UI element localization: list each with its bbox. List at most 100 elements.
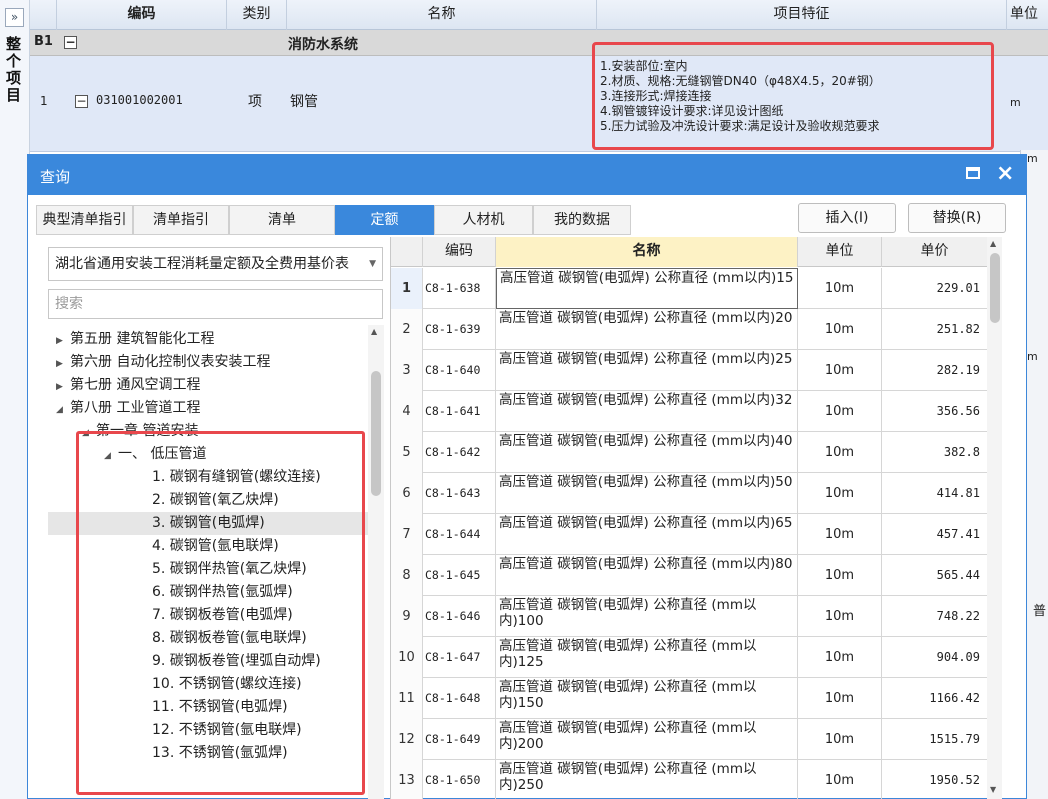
header-features[interactable]: 项目特征 — [597, 0, 1007, 30]
whole-project-label[interactable]: 整个项目 — [6, 36, 24, 104]
table-row[interactable]: 4 C8-1-641 高压管道 碳钢管(电弧焊) 公称直径 (mm以内)32 10m 3… — [391, 391, 1002, 432]
quota-price: 229.01 — [882, 268, 988, 309]
collapse-arrow-icon[interactable]: ◢ — [56, 399, 70, 422]
quota-name: 高压管道 碳钢管(电弧焊) 公称直径 (mm以内)125 — [496, 637, 798, 678]
quota-name: 高压管道 碳钢管(电弧焊) 公称直径 (mm以内)150 — [496, 678, 798, 719]
expand-arrow-icon[interactable]: ▶ — [56, 376, 70, 399]
quota-code: C8-1-644 — [423, 514, 496, 555]
table-row[interactable]: 7 C8-1-644 高压管道 碳钢管(电弧焊) 公称直径 (mm以内)65 10m 4… — [391, 514, 1002, 555]
chevron-down-icon: ▼ — [369, 259, 376, 269]
quota-name: 高压管道 碳钢管(电弧焊) 公称直径 (mm以内)15 — [496, 268, 798, 309]
table-scrollbar-thumb[interactable] — [990, 253, 1000, 323]
maximize-icon[interactable] — [966, 167, 980, 179]
table-row[interactable]: 13 C8-1-650 高压管道 碳钢管(电弧焊) 公称直径 (mm以内)250 10… — [391, 760, 1002, 799]
table-row[interactable]: 3 C8-1-640 高压管道 碳钢管(电弧焊) 公称直径 (mm以内)25 10m 2… — [391, 350, 1002, 391]
expand-arrow-icon[interactable]: ▶ — [56, 353, 70, 376]
tree-node-label: 第八册 工业管道工程 — [70, 400, 201, 416]
row-number: 11 — [391, 678, 423, 719]
quota-name: 高压管道 碳钢管(电弧焊) 公称直径 (mm以内)100 — [496, 596, 798, 637]
quota-unit: 10m — [798, 309, 882, 350]
quota-name: 高压管道 碳钢管(电弧焊) 公称直径 (mm以内)80 — [496, 555, 798, 596]
table-row[interactable]: 2 C8-1-639 高压管道 碳钢管(电弧焊) 公称直径 (mm以内)20 10m 2… — [391, 309, 1002, 350]
header-unit[interactable]: 单位 — [1007, 0, 1048, 30]
quota-table: 编码 名称 单位 单价 1 C8-1-638 高压管道 碳钢管(电弧焊) 公称直径 … — [390, 237, 1002, 799]
tree-scrollbar-thumb[interactable] — [371, 371, 381, 496]
table-scrollbar[interactable]: ▲ ▼ — [987, 237, 1002, 799]
quota-code: C8-1-647 — [423, 637, 496, 678]
col-rownum — [391, 237, 423, 267]
tree-node[interactable]: ◢ 第八册 工业管道工程 — [48, 397, 368, 420]
col-price[interactable]: 单价 — [882, 237, 988, 267]
tree-node[interactable]: ▶ 第五册 建筑智能化工程 — [48, 328, 368, 351]
tab-my-data[interactable]: 我的数据 — [533, 205, 631, 235]
table-row[interactable]: 6 C8-1-643 高压管道 碳钢管(电弧焊) 公称直径 (mm以内)50 10m 4… — [391, 473, 1002, 514]
table-row[interactable]: 10 C8-1-647 高压管道 碳钢管(电弧焊) 公称直径 (mm以内)125 10… — [391, 637, 1002, 678]
quota-code: C8-1-646 — [423, 596, 496, 637]
table-row[interactable]: 1 C8-1-638 高压管道 碳钢管(电弧焊) 公称直径 (mm以内)15 10m 2… — [391, 268, 1002, 309]
quota-code: C8-1-639 — [423, 309, 496, 350]
quota-library-select[interactable]: 湖北省通用安装工程消耗量定额及全费用基价表 ▼ — [48, 247, 383, 281]
header-name[interactable]: 名称 — [287, 0, 597, 30]
quota-code: C8-1-642 — [423, 432, 496, 473]
scroll-down-icon[interactable]: ▼ — [990, 785, 996, 794]
col-code[interactable]: 编码 — [423, 237, 496, 267]
item-name: 钢管 — [290, 94, 318, 110]
quota-unit: 10m — [798, 473, 882, 514]
quota-unit: 10m — [798, 555, 882, 596]
scroll-up-icon[interactable]: ▲ — [371, 327, 377, 336]
quota-library-value: 湖北省通用安装工程消耗量定额及全费用基价表 — [55, 256, 349, 272]
tab-list-guide[interactable]: 清单指引 — [133, 205, 229, 235]
quota-unit: 10m — [798, 432, 882, 473]
quota-unit: 10m — [798, 391, 882, 432]
tree-node-label: 第七册 通风空调工程 — [70, 377, 201, 393]
tab-labor-material-machine[interactable]: 人材机 — [434, 205, 533, 235]
item-code: 031001002001 — [96, 93, 183, 107]
quota-code: C8-1-641 — [423, 391, 496, 432]
quota-name: 高压管道 碳钢管(电弧焊) 公称直径 (mm以内)32 — [496, 391, 798, 432]
quota-code: C8-1-649 — [423, 719, 496, 760]
search-input[interactable] — [48, 289, 383, 319]
tab-list[interactable]: 清单 — [229, 205, 335, 235]
row-number: 9 — [391, 596, 423, 637]
row-number: 4 — [391, 391, 423, 432]
edge-fragment: 普 — [1033, 604, 1047, 619]
row-number: 8 — [391, 555, 423, 596]
quota-code: C8-1-638 — [423, 268, 496, 309]
quota-table-header: 编码 名称 单位 单价 — [391, 237, 1002, 267]
item-category: 项 — [248, 94, 262, 110]
quota-code: C8-1-640 — [423, 350, 496, 391]
table-row[interactable]: 9 C8-1-646 高压管道 碳钢管(电弧焊) 公称直径 (mm以内)100 10m… — [391, 596, 1002, 637]
replace-button[interactable]: 替换(R) — [908, 203, 1006, 233]
tree-node[interactable]: ▶ 第六册 自动化控制仪表安装工程 — [48, 351, 368, 374]
header-code[interactable]: 编码 — [57, 0, 227, 30]
table-row[interactable]: 5 C8-1-642 高压管道 碳钢管(电弧焊) 公称直径 (mm以内)40 10m 3… — [391, 432, 1002, 473]
item-unit: m — [1010, 96, 1021, 109]
quota-name: 高压管道 碳钢管(电弧焊) 公称直径 (mm以内)50 — [496, 473, 798, 514]
table-row[interactable]: 8 C8-1-645 高压管道 碳钢管(电弧焊) 公称直径 (mm以内)80 10m 5… — [391, 555, 1002, 596]
close-icon[interactable]: × — [996, 160, 1014, 188]
quota-unit: 10m — [798, 719, 882, 760]
item-collapse-toggle[interactable]: − — [75, 94, 88, 109]
tab-quota[interactable]: 定额 — [335, 205, 434, 235]
header-rownum — [30, 0, 57, 30]
quota-code: C8-1-643 — [423, 473, 496, 514]
table-row[interactable]: 11 C8-1-648 高压管道 碳钢管(电弧焊) 公称直径 (mm以内)150 10… — [391, 678, 1002, 719]
row-number: 13 — [391, 760, 423, 799]
expand-panel-icon[interactable]: » — [5, 8, 24, 27]
insert-button[interactable]: 插入(I) — [798, 203, 896, 233]
table-row[interactable]: 12 C8-1-649 高压管道 碳钢管(电弧焊) 公称直径 (mm以内)200 10… — [391, 719, 1002, 760]
expand-arrow-icon[interactable]: ▶ — [56, 330, 70, 353]
quota-unit: 10m — [798, 760, 882, 799]
section-collapse-toggle[interactable]: − — [64, 35, 77, 50]
dialog-titlebar[interactable]: 查询 × — [28, 155, 1026, 195]
col-name[interactable]: 名称 — [496, 237, 798, 267]
col-unit[interactable]: 单位 — [798, 237, 882, 267]
quota-price: 282.19 — [882, 350, 988, 391]
scroll-up-icon[interactable]: ▲ — [990, 239, 996, 248]
quota-name: 高压管道 碳钢管(电弧焊) 公称直径 (mm以内)20 — [496, 309, 798, 350]
section-id: B1 — [34, 34, 53, 49]
tree-scrollbar[interactable]: ▲ — [368, 325, 384, 799]
tree-node[interactable]: ▶ 第七册 通风空调工程 — [48, 374, 368, 397]
header-category[interactable]: 类别 — [227, 0, 287, 30]
tab-typical-list-guide[interactable]: 典型清单指引 — [36, 205, 133, 235]
